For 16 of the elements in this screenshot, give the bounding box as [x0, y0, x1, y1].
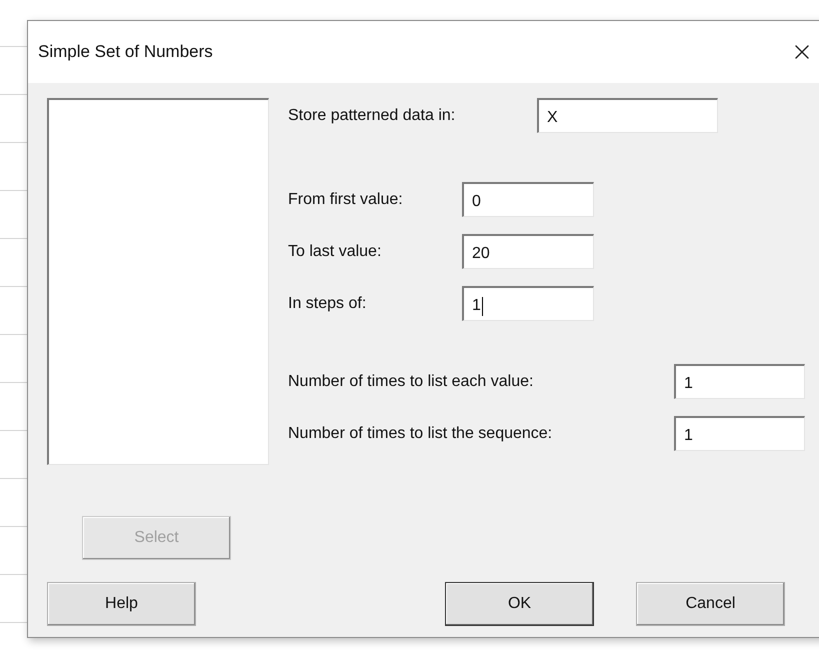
- field-label: In steps of:: [288, 294, 368, 312]
- dialog-button[interactable]: Cancel: [636, 582, 785, 626]
- field-label: Number of times to list the sequence:: [288, 424, 554, 442]
- input-field[interactable]: 0: [462, 182, 594, 217]
- field-label: From first value:: [288, 190, 404, 208]
- field-label: Number of times to list each value:: [288, 372, 534, 390]
- input-field[interactable]: 1: [674, 364, 805, 399]
- input-field[interactable]: 20: [462, 234, 594, 269]
- dialog-button[interactable]: Help: [47, 582, 196, 626]
- input-field[interactable]: X: [537, 98, 718, 133]
- field-label: Store patterned data in:: [288, 106, 456, 124]
- field-label: To last value:: [288, 242, 382, 260]
- window-title: Simple Set of Numbers: [38, 42, 214, 62]
- dialog-button[interactable]: OK: [445, 582, 594, 626]
- input-field[interactable]: 1: [674, 416, 805, 451]
- input-field[interactable]: 1: [462, 286, 594, 321]
